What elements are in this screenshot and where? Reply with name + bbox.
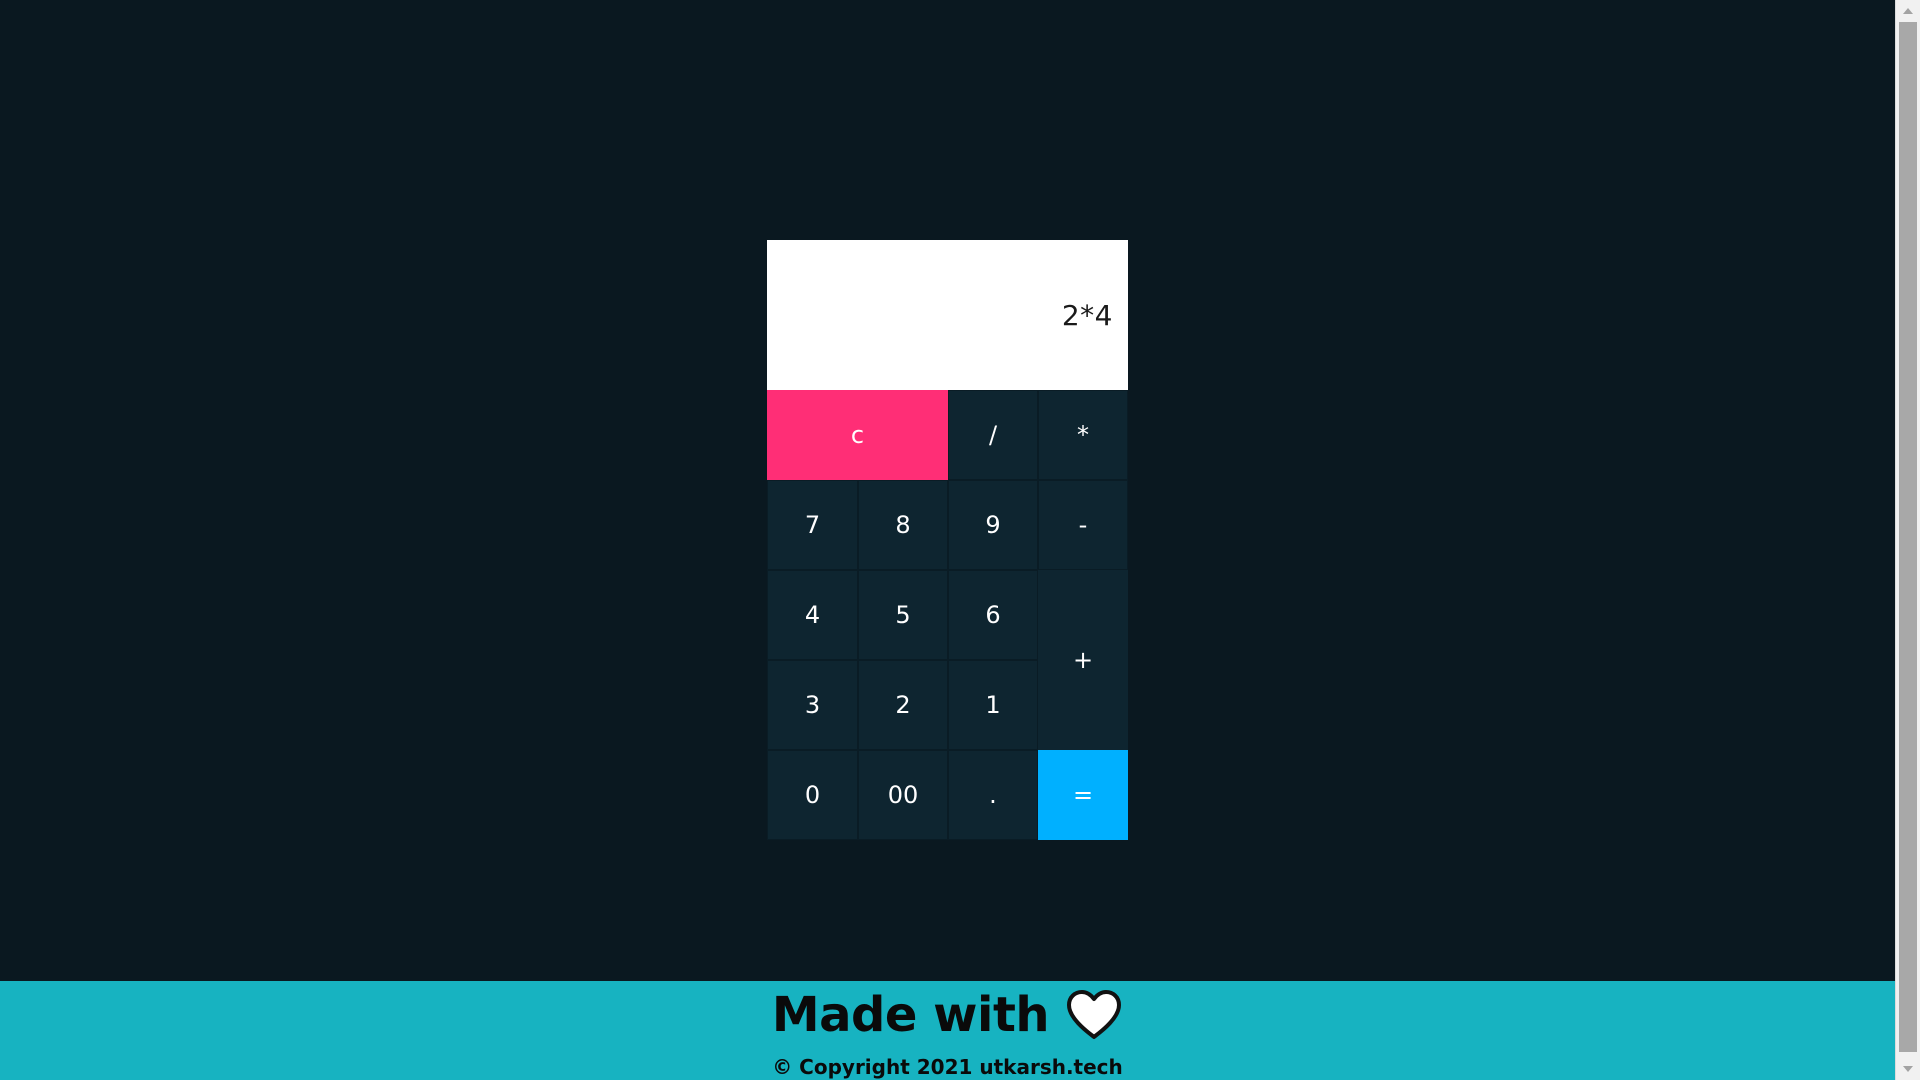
clear-button[interactable]: c (767, 390, 948, 480)
divide-button[interactable]: / (948, 390, 1038, 480)
three-button[interactable]: 3 (767, 660, 858, 750)
heart-icon (1065, 989, 1123, 1041)
copyright-text: © Copyright 2021 utkarsh.tech (772, 1055, 1123, 1079)
footer-title: Made with (0, 987, 1895, 1043)
vertical-scrollbar[interactable] (1895, 0, 1920, 1080)
equals-button[interactable]: = (1038, 750, 1128, 840)
eight-button[interactable]: 8 (858, 480, 948, 570)
multiply-button[interactable]: * (1038, 390, 1128, 480)
scroll-thumb[interactable] (1899, 22, 1917, 1052)
scroll-up-arrow-icon[interactable] (1903, 8, 1913, 14)
seven-button[interactable]: 7 (767, 480, 858, 570)
two-button[interactable]: 2 (858, 660, 948, 750)
nine-button[interactable]: 9 (948, 480, 1038, 570)
plus-button[interactable]: + (1038, 570, 1128, 750)
footer-title-text: Made with (771, 987, 1050, 1043)
five-button[interactable]: 5 (858, 570, 948, 660)
zero-button[interactable]: 0 (767, 750, 858, 840)
footer: Made with © Copyright 2021 utkarsh.tech (0, 981, 1895, 1080)
double-zero-button[interactable]: 00 (858, 750, 948, 840)
page: 2*4 c / * 7 8 9 - 4 5 6 + 3 2 1 0 00 . =… (0, 0, 1895, 1080)
scroll-down-arrow-icon[interactable] (1903, 1066, 1913, 1072)
display-value: 2*4 (1061, 298, 1113, 332)
calculator-display: 2*4 (767, 240, 1128, 390)
minus-button[interactable]: - (1038, 480, 1128, 570)
calculator: 2*4 c / * 7 8 9 - 4 5 6 + 3 2 1 0 00 . = (767, 240, 1128, 840)
four-button[interactable]: 4 (767, 570, 858, 660)
one-button[interactable]: 1 (948, 660, 1038, 750)
six-button[interactable]: 6 (948, 570, 1038, 660)
decimal-button[interactable]: . (948, 750, 1038, 840)
